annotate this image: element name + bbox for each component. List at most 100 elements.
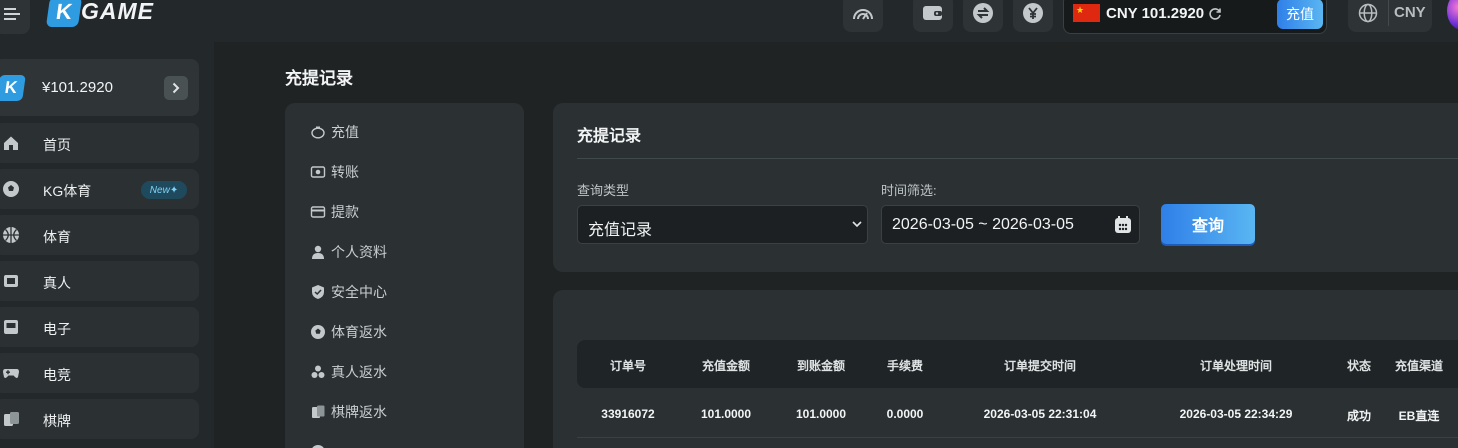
submenu-item-withdraw[interactable]: 提款	[310, 202, 359, 222]
exchange-icon	[973, 3, 993, 23]
channel-cell: EB直连	[1398, 409, 1440, 423]
sidebar-item-esports[interactable]: 电竞	[0, 353, 199, 393]
globe-icon	[1358, 3, 1378, 23]
logo-text: GAME	[81, 0, 154, 24]
table-header: 订单号 充值金额 到账金额 手续费 订单提交时间 订单处理时间 状态 充值渠道	[577, 340, 1458, 388]
wallet-card[interactable]: K ¥101.2920	[0, 59, 199, 116]
language-currency-select[interactable]: CNY	[1348, 0, 1432, 32]
deposit-button[interactable]: 充值	[1277, 0, 1323, 29]
speed-test-button[interactable]	[843, 0, 883, 32]
chevron-right-icon	[172, 82, 180, 94]
fee-cell: 0.0000	[886, 407, 924, 421]
currency-select-label: CNY	[1394, 4, 1426, 21]
soccer-ball-icon	[3, 181, 19, 197]
hamburger-menu-icon	[4, 8, 20, 20]
filter-panel-title: 充提记录	[577, 128, 642, 145]
more-icon	[312, 445, 324, 448]
chevron-down-icon	[852, 221, 862, 228]
sidebar-item-label: 电子	[43, 321, 71, 337]
sidebar-item-slots[interactable]: 电子	[0, 307, 199, 347]
query-type-label: 查询类型	[577, 183, 630, 198]
records-table: 订单号 充值金额 到账金额 手续费 订单提交时间 订单处理时间 状态 充值渠道 …	[553, 290, 1458, 448]
sidebar-item-label: 首页	[43, 137, 71, 153]
refresh-icon[interactable]	[1208, 7, 1222, 21]
transfer-button[interactable]	[963, 0, 1003, 32]
new-badge-text: New	[149, 184, 170, 196]
sidebar-item-label: 棋牌	[43, 413, 71, 429]
wallet-amount: ¥101.2920	[42, 79, 113, 96]
wallet-expand-button[interactable]	[164, 76, 188, 100]
column-header: 订单号	[609, 359, 647, 373]
query-type-select[interactable]: 充值记录	[577, 205, 868, 244]
submit-time-cell: 2026-03-05 22:31:04	[983, 407, 1097, 421]
live-casino-icon	[4, 275, 18, 287]
balance-text: CNY 101.2920	[1106, 5, 1204, 22]
transfer-icon	[310, 166, 326, 178]
submenu-item-security[interactable]: 安全中心	[310, 282, 387, 302]
submenu-item-profile[interactable]: 个人资料	[310, 242, 387, 262]
column-header: 订单处理时间	[1199, 359, 1273, 373]
sidebar-item-chess-cards[interactable]: 棋牌	[0, 399, 199, 439]
withdraw-icon	[310, 206, 326, 218]
filter-panel: 充提记录 查询类型 充值记录 时间筛选: 2026-03-05 ~ 2026-0…	[553, 103, 1458, 272]
process-time-cell: 2026-03-05 22:34:29	[1179, 407, 1293, 421]
slot-machine-icon	[4, 320, 18, 334]
withdraw-button[interactable]	[1013, 0, 1053, 32]
submenu-label: 转账	[331, 164, 359, 180]
piggy-bank-icon	[311, 126, 325, 139]
china-flag-icon: ★	[1073, 4, 1100, 22]
received-amount-cell: 101.0000	[795, 407, 847, 421]
query-button[interactable]: 查询	[1161, 204, 1255, 244]
sidebar-item-kg-sports[interactable]: KG体育 New ✦	[0, 169, 199, 209]
divider	[1388, 0, 1389, 26]
submenu-label: 提款	[331, 204, 359, 220]
balance-currency: CNY	[1106, 5, 1138, 22]
date-range-value: 2026-03-05 ~ 2026-03-05	[892, 216, 1074, 233]
balance-display: ★ CNY 101.2920 充值	[1063, 0, 1327, 34]
submenu-label: 真人返水	[331, 364, 387, 380]
order-id-cell: 33916072	[601, 407, 655, 421]
sidebar-item-label: KG体育	[43, 183, 92, 199]
submenu-label: 体育返水	[331, 324, 387, 340]
basketball-icon	[3, 227, 19, 243]
query-type-value: 充值记录	[588, 222, 653, 239]
date-range-input[interactable]: 2026-03-05 ~ 2026-03-05	[881, 205, 1140, 244]
user-avatar[interactable]	[1447, 0, 1458, 30]
column-header: 手续费	[886, 359, 924, 373]
chips-icon	[311, 365, 325, 378]
wallet-logo: K	[0, 75, 26, 101]
column-header: 充值金额	[701, 359, 751, 373]
cards-icon	[4, 412, 19, 426]
sidebar: K ¥101.2920 首页 KG体育 New ✦ 体育 真人 电子 电竞 棋牌	[0, 42, 214, 448]
page-title: 充提记录	[285, 69, 353, 88]
submenu-label: 安全中心	[331, 284, 387, 300]
deposit-amount-cell: 101.0000	[700, 407, 752, 421]
new-badge: New ✦	[141, 181, 187, 199]
site-logo[interactable]: K GAME	[45, 0, 154, 28]
yuan-coin-icon	[1023, 3, 1043, 23]
submenu-item-sports-rebate[interactable]: 体育返水	[310, 322, 387, 342]
submenu-item-transfer[interactable]: 转账	[310, 162, 359, 182]
sidebar-item-label: 体育	[43, 229, 71, 245]
submenu-item-live-rebate[interactable]: 真人返水	[310, 362, 387, 382]
speedometer-icon	[853, 9, 873, 20]
submenu-item-deposit[interactable]: 充值	[310, 122, 359, 142]
column-header: 充值渠道	[1394, 359, 1444, 373]
sidebar-item-live-casino[interactable]: 真人	[0, 261, 199, 301]
column-header: 状态	[1346, 359, 1372, 373]
submenu-item-chess-rebate[interactable]: 棋牌返水	[310, 402, 387, 422]
divider	[577, 158, 1458, 159]
status-cell: 成功	[1346, 409, 1372, 423]
logo-mark: K	[45, 0, 83, 27]
shield-icon	[312, 285, 324, 299]
column-header: 订单提交时间	[1003, 359, 1077, 373]
calendar-icon	[1115, 216, 1131, 233]
sidebar-item-sports[interactable]: 体育	[0, 215, 199, 255]
wallet-button[interactable]	[913, 0, 953, 32]
submenu-item-more[interactable]	[310, 442, 331, 448]
home-icon	[4, 136, 18, 150]
table-row[interactable]: 33916072 101.0000 101.0000 0.0000 2026-0…	[577, 390, 1458, 438]
sidebar-item-home[interactable]: 首页	[0, 123, 199, 163]
sidebar-item-label: 电竞	[43, 367, 71, 383]
menu-toggle-button[interactable]	[0, 0, 30, 34]
